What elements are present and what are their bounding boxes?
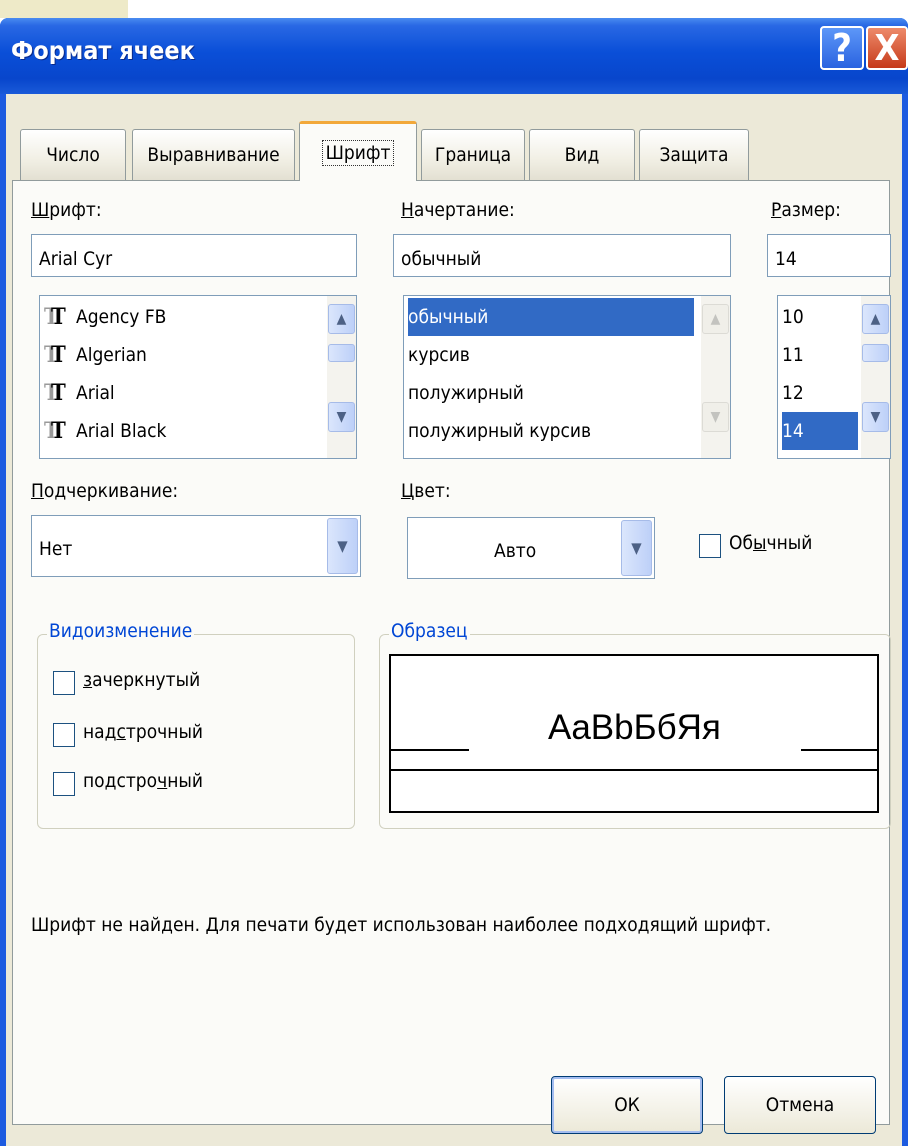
strikethrough-label: зачеркнутый [83, 669, 201, 691]
scroll-up-button[interactable]: ▲ [702, 304, 729, 334]
cancel-button[interactable]: Отмена [724, 1076, 876, 1134]
chevron-down-icon: ▼ [870, 409, 881, 425]
subscript-label: подстрочный [83, 770, 204, 792]
chevron-down-icon: ▼ [710, 409, 721, 425]
sample-group-title: Образец [389, 620, 470, 642]
tab-protection[interactable]: Защита [639, 129, 749, 180]
size-label: Размер: [771, 199, 841, 221]
superscript-checkbox[interactable] [53, 723, 75, 747]
scroll-down-button[interactable]: ▼ [862, 402, 889, 432]
truetype-font-icon: TT [44, 304, 66, 330]
color-select[interactable]: Авто ▼ [407, 517, 655, 579]
list-item[interactable]: курсив [408, 336, 470, 374]
baseline-right [801, 749, 879, 751]
tab-border[interactable]: Граница [421, 129, 525, 180]
tab-alignment[interactable]: Выравнивание [132, 129, 295, 180]
size-input[interactable]: 14 [767, 234, 891, 277]
list-item[interactable]: полужирный курсив [408, 412, 591, 450]
title-bar[interactable]: Формат ячеек ? X [0, 18, 908, 94]
style-input[interactable]: обычный [393, 234, 731, 277]
subscript-checkbox[interactable] [53, 772, 75, 796]
size-list-scrollbar[interactable]: ▲ ▼ [861, 296, 890, 458]
chevron-up-icon: ▲ [870, 311, 881, 327]
dropdown-button[interactable]: ▼ [621, 520, 652, 576]
chevron-down-icon: ▼ [336, 409, 347, 425]
tab-label: Вид [564, 144, 600, 166]
tab-label: Граница [434, 144, 512, 166]
truetype-font-icon: TT [44, 342, 66, 368]
ok-label: ОК [614, 1094, 640, 1116]
tab-label: Защита [659, 144, 729, 166]
scroll-up-button[interactable]: ▲ [328, 304, 355, 334]
color-value: Авто [494, 540, 537, 562]
underline-select[interactable]: Нет ▼ [31, 515, 361, 577]
tab-label: Выравнивание [147, 144, 280, 166]
chevron-down-icon: ▼ [337, 537, 348, 555]
list-item[interactable]: 11 [782, 336, 804, 374]
chevron-up-icon: ▲ [336, 311, 347, 327]
effects-group-title: Видоизменение [47, 620, 195, 642]
truetype-font-icon: TT [44, 380, 66, 406]
scroll-up-button[interactable]: ▲ [862, 304, 889, 334]
tab-number[interactable]: Число [20, 129, 126, 180]
list-item[interactable]: TT Algerian [44, 336, 147, 374]
dialog-body: Число Выравнивание Шрифт Граница Вид Защ… [6, 94, 902, 1146]
list-item[interactable]: 14 [782, 412, 858, 450]
tab-font[interactable]: Шрифт [299, 121, 417, 181]
scroll-down-button[interactable]: ▼ [702, 402, 729, 432]
tab-label: Шрифт [321, 139, 395, 166]
window-title: Формат ячеек [11, 36, 195, 65]
style-label: Начертание: [401, 199, 515, 221]
chevron-down-icon: ▼ [631, 539, 642, 557]
font-input[interactable]: Arial Cyr [31, 234, 357, 277]
list-item[interactable]: полужирный [408, 374, 524, 412]
underline-label: Подчеркивание: [31, 480, 179, 502]
list-item[interactable]: обычный [408, 298, 694, 336]
baseline-left [391, 749, 469, 751]
truetype-font-icon: TT [44, 418, 66, 444]
ok-button[interactable]: ОК [551, 1076, 703, 1134]
close-icon: X [874, 27, 900, 69]
font-not-found-note: Шрифт не найден. Для печати будет исполь… [31, 914, 772, 936]
strikethrough-checkbox[interactable] [53, 671, 75, 695]
underline-value: Нет [39, 538, 73, 560]
sample-divider [391, 769, 877, 771]
help-button[interactable]: ? [820, 26, 864, 70]
list-item[interactable]: TT Agency FB [44, 298, 166, 336]
cancel-label: Отмена [765, 1094, 835, 1116]
style-list-scrollbar[interactable]: ▲ ▼ [701, 296, 730, 458]
chevron-up-icon: ▲ [710, 311, 721, 327]
scroll-down-button[interactable]: ▼ [328, 402, 355, 432]
sample-text: AaBbБбЯя [548, 708, 721, 747]
font-label: Шрифт: [31, 199, 102, 221]
close-button[interactable]: X [866, 26, 908, 70]
list-item[interactable]: TT Arial [44, 374, 115, 412]
dropdown-button[interactable]: ▼ [327, 518, 358, 574]
font-list[interactable]: TT Agency FB TT Algerian TT Arial TT Arial B… [39, 295, 357, 459]
list-item[interactable]: TT Arial Black [44, 412, 166, 450]
normal-font-checkbox[interactable] [699, 534, 721, 558]
background-tab [0, 0, 128, 18]
help-icon: ? [832, 26, 852, 70]
sample-preview: AaBbБбЯя [389, 654, 879, 813]
font-list-scrollbar[interactable]: ▲ ▼ [327, 296, 356, 458]
tab-fill[interactable]: Вид [529, 129, 635, 180]
normal-font-label: Обычный [729, 532, 813, 554]
list-item[interactable]: 10 [782, 298, 804, 336]
size-list[interactable]: 10 11 12 14 ▲ ▼ [777, 295, 891, 459]
scroll-thumb[interactable] [862, 344, 889, 362]
style-list[interactable]: обычный курсив полужирный полужирный кур… [403, 295, 731, 459]
list-item[interactable]: 12 [782, 374, 804, 412]
tab-label: Число [46, 144, 100, 166]
scroll-thumb[interactable] [328, 344, 355, 362]
format-cells-dialog: Формат ячеек ? X Число Выравнивание Шриф… [0, 18, 908, 1146]
color-label: Цвет: [401, 480, 451, 502]
font-tab-panel: Шрифт: Arial Cyr TT Agency FB TT Algerian … [12, 180, 891, 1125]
superscript-label: надстрочный [83, 721, 204, 743]
